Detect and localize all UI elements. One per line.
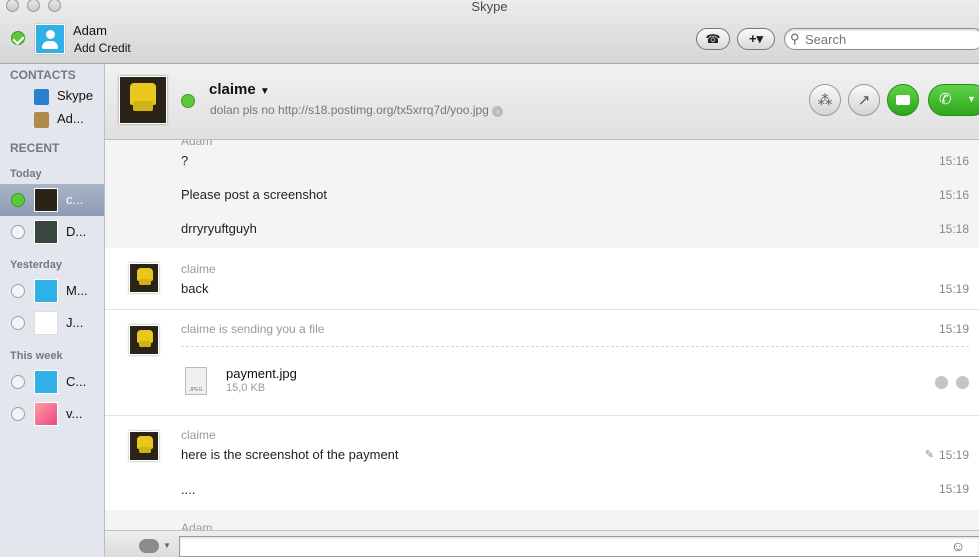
message-text: back — [181, 281, 209, 296]
edited-pencil-icon: ✎ — [924, 449, 934, 461]
avatar[interactable] — [129, 263, 159, 293]
file-transfer-message: claime is sending you a file 15:19 payme… — [105, 310, 979, 416]
avatar[interactable] — [129, 325, 159, 355]
chevron-down-icon: ▼ — [259, 86, 270, 97]
account-name[interactable]: Adam — [73, 23, 107, 38]
arrow-right-icon[interactable]: › — [492, 106, 504, 117]
dialpad-button[interactable]: ☎ — [696, 28, 730, 50]
mood-message: dolan pls no http://s18.postimg.org/tx5x… — [210, 103, 504, 117]
my-status-icon[interactable] — [11, 31, 25, 45]
message-sender: claime is sending you a file — [181, 322, 325, 336]
message-time: 15:19 — [938, 482, 969, 496]
message-group-claime: claime here is the screenshot of the pay… — [105, 416, 979, 510]
address-book-icon — [34, 111, 49, 128]
avatar[interactable] — [129, 431, 159, 461]
online-status-icon — [11, 193, 25, 207]
recent-item-claime[interactable]: c... — [0, 184, 104, 216]
sidebar-item-address-book[interactable]: Ad... — [34, 111, 84, 128]
conversation-header: claime ▼ dolan pls no http://s18.postimg… — [105, 64, 979, 140]
avatar — [34, 220, 58, 244]
eye-icon[interactable] — [956, 376, 969, 389]
divider — [181, 346, 969, 347]
offline-status-icon — [11, 316, 25, 330]
add-people-button[interactable]: ⁂ — [809, 84, 841, 116]
message-text: here is the screenshot of the payment — [181, 447, 399, 462]
group-yesterday: Yesterday — [10, 259, 62, 271]
window-titlebar: Skype Adam Add Credit ☎ +▾ ⚲ — [0, 0, 979, 64]
recent-item-d[interactable]: D... — [0, 216, 104, 248]
message-group-adam: Adam ? 15:16 Please post a screenshot 15… — [105, 140, 979, 248]
chat-bubble-icon[interactable] — [139, 539, 159, 553]
contact-avatar[interactable] — [119, 76, 167, 124]
message-sender: claime — [181, 262, 216, 276]
add-credit-link[interactable]: Add Credit — [74, 41, 131, 55]
dialpad-icon: ☎ — [705, 32, 721, 46]
avatar — [34, 402, 58, 426]
message-time: 15:16 — [938, 154, 969, 168]
message-time: 15:19 — [938, 322, 969, 336]
contacts-heading[interactable]: CONTACTS — [10, 68, 76, 82]
search-icon[interactable] — [935, 376, 948, 389]
recent-item-j[interactable]: J... — [0, 307, 104, 339]
emoticon-icon[interactable]: ☺ — [951, 538, 965, 554]
message-text: Please post a screenshot — [181, 187, 327, 202]
window-title: Skype — [471, 0, 508, 14]
search-box[interactable]: ⚲ — [784, 28, 979, 50]
recent-item-c[interactable]: C... — [0, 366, 104, 398]
search-input[interactable] — [805, 31, 975, 48]
message-text: ? — [181, 153, 189, 168]
my-avatar[interactable] — [35, 24, 65, 54]
avatar — [34, 188, 58, 212]
file-size: 15,0 KB — [226, 382, 266, 394]
message-time: 15:16 — [938, 188, 969, 202]
message-group-claime: claime back 15:19 — [105, 248, 979, 310]
offline-status-icon — [11, 284, 25, 298]
message-group-adam: Adam — [105, 510, 979, 530]
jpeg-file-icon[interactable] — [185, 367, 207, 395]
compose-bar: ▼ ☺ — [105, 530, 979, 557]
message-sender: claime — [181, 428, 216, 442]
search-icon: ⚲ — [790, 31, 800, 46]
phone-icon: ✆ — [939, 91, 952, 108]
share-button[interactable]: ↗ — [848, 84, 880, 116]
online-status-icon — [181, 94, 195, 108]
call-button[interactable]: ✆ ▼ — [928, 84, 979, 116]
skype-book-icon — [34, 88, 49, 105]
video-camera-icon — [896, 95, 910, 105]
file-name[interactable]: payment.jpg — [226, 366, 297, 381]
sidebar: CONTACTS Skype Ad... RECENT Today c... D… — [0, 64, 105, 557]
recent-item-v[interactable]: v... — [0, 398, 104, 430]
message-text: drryryuftguyh — [181, 221, 257, 236]
offline-status-icon — [11, 225, 25, 239]
video-call-button[interactable] — [887, 84, 919, 116]
add-button[interactable]: +▾ — [737, 28, 775, 50]
message-sender: Adam — [181, 521, 213, 530]
recent-heading: RECENT — [10, 141, 60, 155]
recent-item-m[interactable]: M... — [0, 275, 104, 307]
pending-status-icon — [11, 375, 25, 389]
chat-history[interactable]: Adam ? 15:16 Please post a screenshot 15… — [105, 140, 979, 530]
group-today: Today — [10, 168, 42, 180]
avatar — [34, 279, 58, 303]
avatar — [34, 311, 58, 335]
message-sender: Adam — [181, 140, 213, 148]
chevron-down-icon[interactable]: ▼ — [967, 94, 976, 104]
message-time: 15:18 — [938, 222, 969, 236]
message-time: 15:19 — [938, 448, 969, 462]
chevron-down-icon[interactable]: ▼ — [163, 541, 171, 550]
group-this-week: This week — [10, 350, 63, 362]
add-people-icon: ⁂ — [817, 92, 833, 109]
message-input[interactable] — [179, 536, 979, 557]
contact-name-dropdown[interactable]: claime ▼ — [209, 81, 270, 98]
sidebar-item-skype[interactable]: Skype — [34, 88, 93, 105]
offline-status-icon — [11, 407, 25, 421]
avatar — [34, 370, 58, 394]
message-time: 15:19 — [938, 282, 969, 296]
message-text: .... — [181, 482, 196, 497]
share-icon: ↗ — [857, 92, 871, 109]
